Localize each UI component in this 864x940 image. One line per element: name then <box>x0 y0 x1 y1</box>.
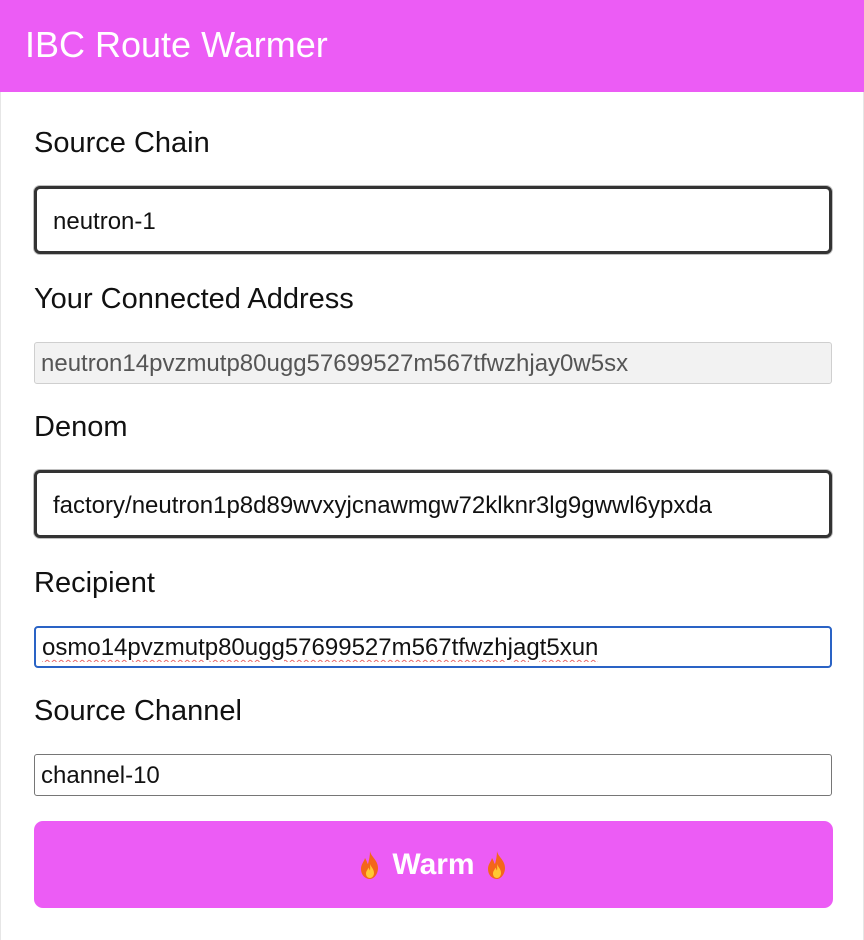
source-channel-label: Source Channel <box>34 695 242 727</box>
denom-label: Denom <box>34 411 128 443</box>
source-chain-value: neutron-1 <box>53 208 156 235</box>
source-chain-field[interactable]: neutron-1 <box>34 186 832 254</box>
connected-address-field: neutron14pvzmutp80ugg57699527m567tfwzhja… <box>34 342 832 384</box>
denom-value: factory/neutron1p8d89wvxyjcnawmgw72klknr… <box>53 492 713 519</box>
recipient-value: osmo14pvzmutp80ugg57699527m567tfwzhjagt5… <box>42 634 599 661</box>
warm-button[interactable]: Warm <box>34 821 833 908</box>
source-chain-label: Source Chain <box>34 127 210 159</box>
connected-address-label: Your Connected Address <box>34 283 354 315</box>
app-header: IBC Route Warmer <box>0 0 864 92</box>
source-channel-value: channel-10 <box>41 762 160 789</box>
recipient-label: Recipient <box>34 567 155 599</box>
denom-field[interactable]: factory/neutron1p8d89wvxyjcnawmgw72klknr… <box>34 470 832 538</box>
fire-icon <box>485 850 509 880</box>
recipient-field[interactable]: osmo14pvzmutp80ugg57699527m567tfwzhjagt5… <box>34 626 832 668</box>
app-title: IBC Route Warmer <box>25 24 328 65</box>
warm-button-label: Warm <box>392 847 475 881</box>
source-channel-field[interactable]: channel-10 <box>34 754 832 796</box>
fire-icon <box>358 850 382 880</box>
connected-address-value: neutron14pvzmutp80ugg57699527m567tfwzhja… <box>41 350 629 377</box>
